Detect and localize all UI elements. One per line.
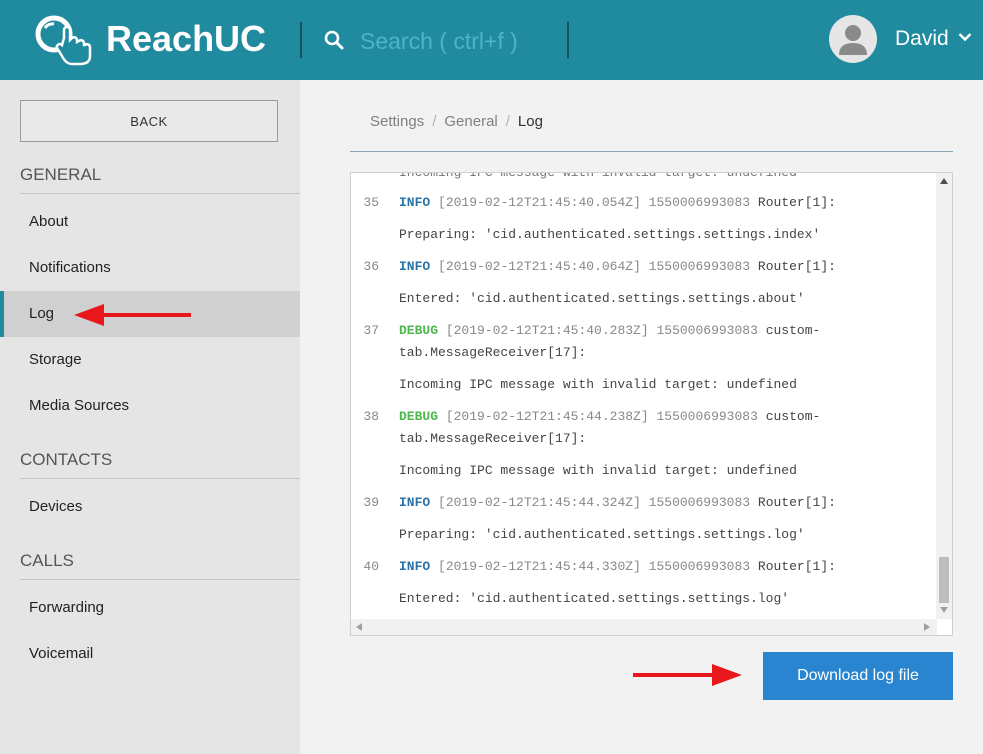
scroll-left-arrow-icon[interactable] [356,623,362,631]
log-line-number: 37 [363,323,379,338]
sidebar-item-media-sources[interactable]: Media Sources [0,383,300,429]
section-header-calls: CALLS [20,548,300,580]
log-meta: [2019-02-12T21:45:44.238Z] 1550006993083 [445,409,758,424]
log-source: Router[1]: [757,259,836,274]
back-button[interactable]: BACK [20,100,278,142]
log-entry-header: INFO [2019-02-12T21:45:44.330Z] 15500069… [399,559,836,574]
header-divider [300,22,302,58]
section-header-contacts: CONTACTS [20,447,300,479]
sidebar-item-forwarding[interactable]: Forwarding [0,585,300,631]
user-name[interactable]: David [895,25,949,53]
log-message: Entered: 'cid.authenticated.settings.set… [399,291,805,306]
log-message: Incoming IPC message with invalid target… [399,463,797,478]
log-viewer[interactable]: Incoming IPC message with invalid target… [350,172,953,636]
avatar[interactable] [829,15,877,63]
log-level: INFO [399,195,431,210]
log-level: INFO [399,259,431,274]
log-line-number: 38 [363,409,379,424]
log-message: Entered: 'cid.authenticated.settings.set… [399,591,790,606]
sidebar-item-devices[interactable]: Devices [0,484,300,530]
scroll-up-arrow-icon[interactable] [940,178,948,184]
log-meta: [2019-02-12T21:45:40.064Z] 1550006993083 [438,259,751,274]
breadcrumb-general[interactable]: General [444,113,497,130]
log-level: INFO [399,559,431,574]
log-meta: [2019-02-12T21:45:40.283Z] 1550006993083 [445,323,758,338]
log-entry-header: INFO [2019-02-12T21:45:44.324Z] 15500069… [399,495,836,510]
scroll-down-arrow-icon[interactable] [940,607,948,613]
breadcrumb-separator: / [505,113,510,130]
log-source: custom- [765,323,821,338]
sidebar-item-storage[interactable]: Storage [0,337,300,383]
log-line-number: 35 [363,195,379,210]
log-entry-header: INFO [2019-02-12T21:45:40.064Z] 15500069… [399,259,836,274]
log-entry-header: DEBUG [2019-02-12T21:45:40.283Z] 1550006… [399,323,820,338]
log-level: DEBUG [399,409,439,424]
log-source: custom- [765,409,821,424]
log-meta: [2019-02-12T21:45:40.054Z] 1550006993083 [438,195,751,210]
download-log-button[interactable]: Download log file [763,652,953,700]
log-line-number: 39 [363,495,379,510]
log-meta: [2019-02-12T21:45:44.330Z] 1550006993083 [438,559,751,574]
sidebar-item-about[interactable]: About [0,199,300,245]
app-name: ReachUC [106,18,267,59]
header-divider [567,22,569,58]
log-source: Router[1]: [757,195,836,210]
section-header-general: GENERAL [20,162,300,194]
log-line-number: 40 [363,559,379,574]
top-bar: ReachUC David [0,0,983,80]
chevron-down-icon[interactable] [958,32,972,42]
log-vertical-scrollbar[interactable] [936,173,952,619]
log-level: DEBUG [399,323,439,338]
log-line-number: 36 [363,259,379,274]
reachuc-logo-icon [35,15,92,66]
log-meta: [2019-02-12T21:45:44.324Z] 1550006993083 [438,495,751,510]
breadcrumb-settings[interactable]: Settings [370,113,424,130]
annotation-arrow-left-icon [74,304,191,326]
settings-sidebar: BACK GENERAL About Notifications Log Sto… [0,80,300,754]
log-horizontal-scrollbar[interactable] [351,619,937,635]
log-message: Preparing: 'cid.authenticated.settings.s… [399,227,821,242]
log-source: Router[1]: [757,495,836,510]
sidebar-item-voicemail[interactable]: Voicemail [0,631,300,677]
search-input[interactable] [360,24,560,58]
header-rule [350,151,953,152]
breadcrumb: Settings / General / Log [370,112,543,132]
user-avatar-icon [839,25,867,55]
breadcrumb-separator: / [432,113,437,130]
search-icon[interactable] [323,29,345,51]
log-source-continued: tab.MessageReceiver[17]: [399,431,587,446]
log-level: INFO [399,495,431,510]
log-message: Incoming IPC message with invalid target… [399,377,797,392]
annotation-arrow-right-icon [633,664,742,686]
log-entry-header: INFO [2019-02-12T21:45:40.054Z] 15500069… [399,195,836,210]
scroll-right-arrow-icon[interactable] [924,623,930,631]
log-source-continued: tab.MessageReceiver[17]: [399,345,587,360]
sidebar-item-notifications[interactable]: Notifications [0,245,300,291]
log-partial-line: Incoming IPC message with invalid target… [399,172,797,180]
log-message: Preparing: 'cid.authenticated.settings.s… [399,527,805,542]
log-entry-header: DEBUG [2019-02-12T21:45:44.238Z] 1550006… [399,409,820,424]
breadcrumb-log: Log [517,113,543,130]
log-source: Router[1]: [757,559,836,574]
log-scroll-thumb[interactable] [939,557,949,603]
